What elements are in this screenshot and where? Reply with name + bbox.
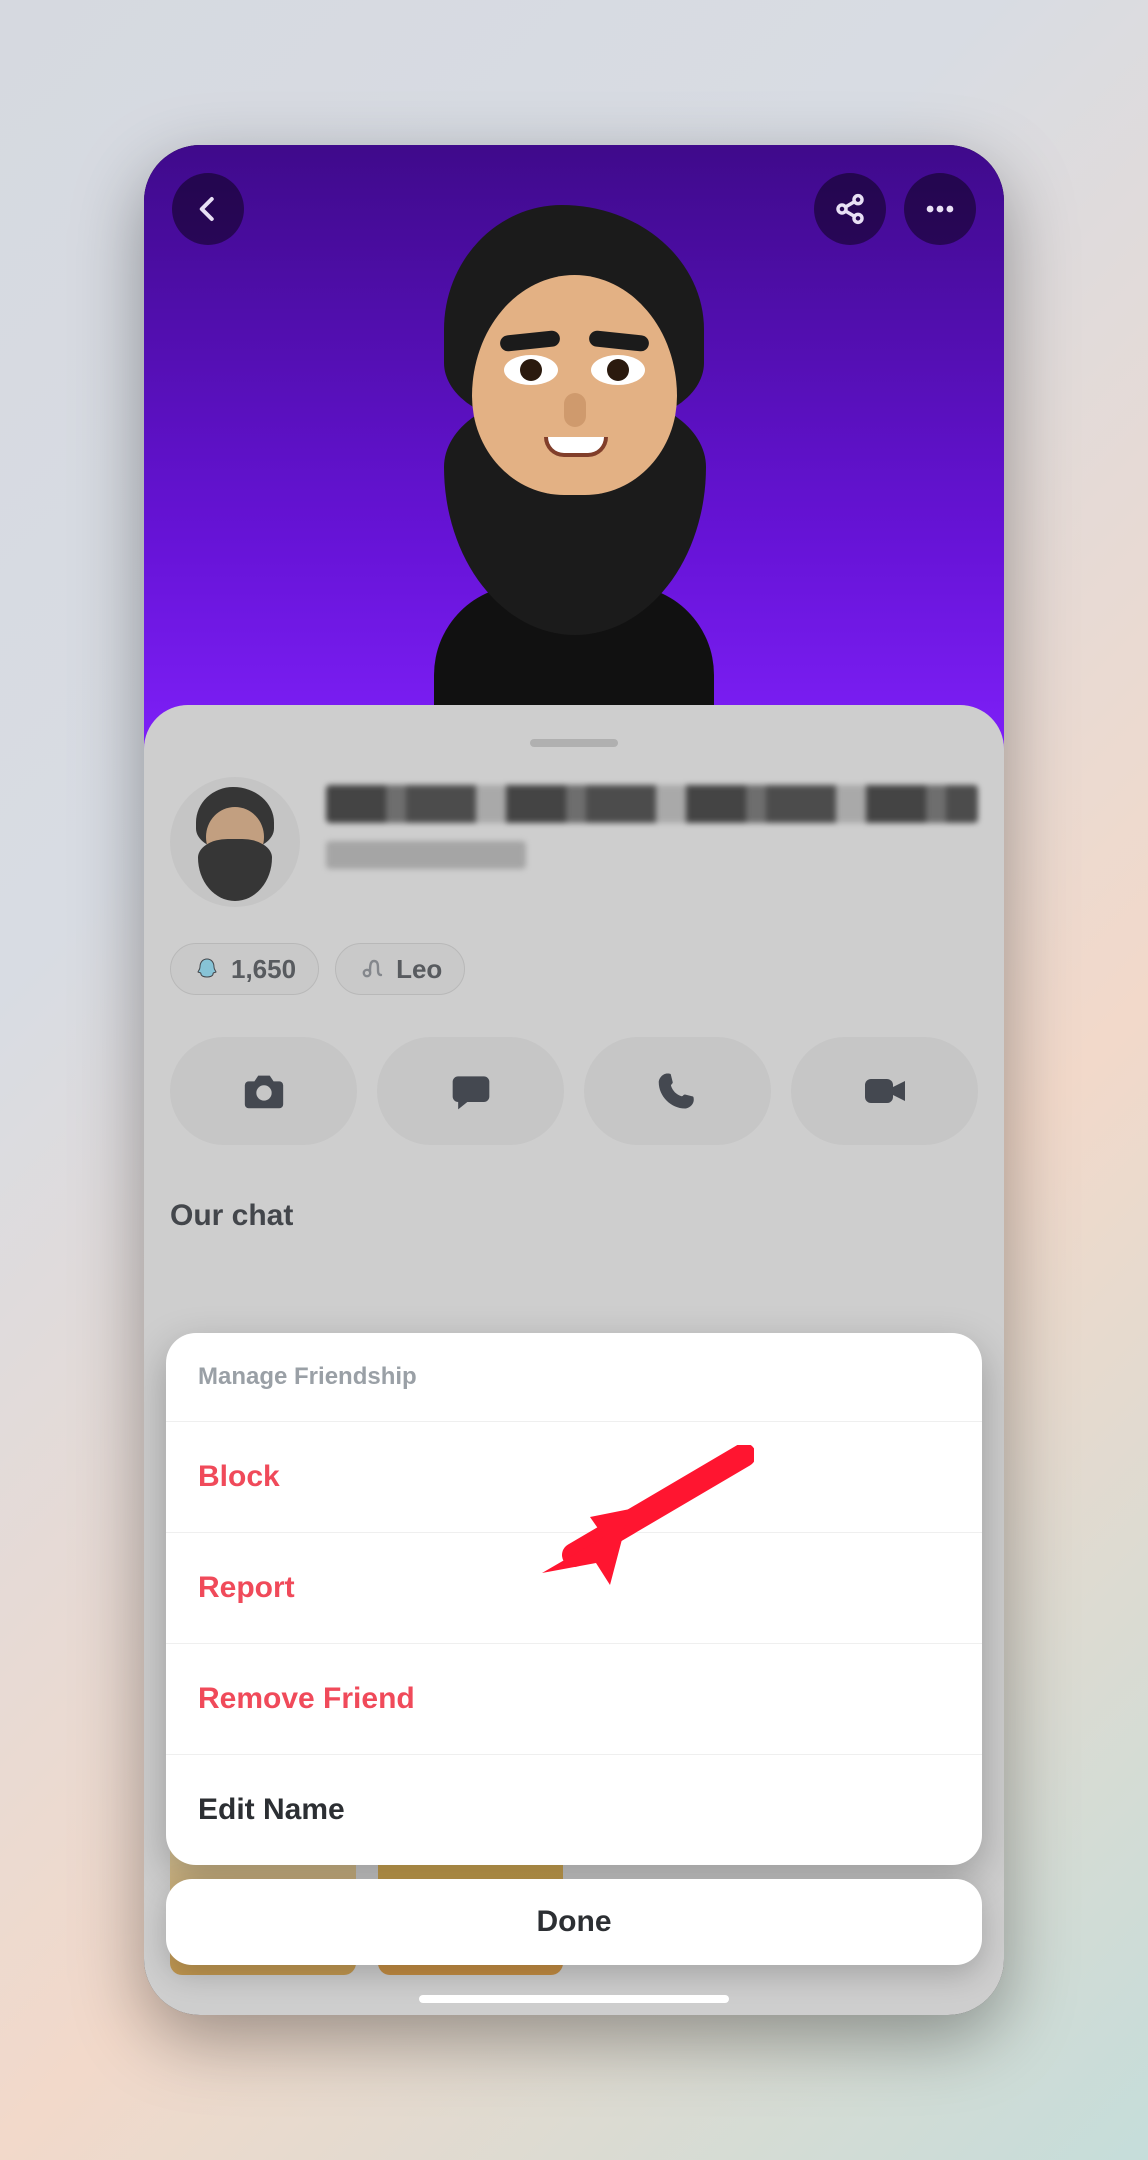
video-call-button[interactable] bbox=[791, 1037, 978, 1145]
action-sheet-title: Manage Friendship bbox=[166, 1333, 982, 1422]
share-icon bbox=[834, 193, 866, 225]
sheet-grabber[interactable] bbox=[530, 739, 618, 747]
phone-icon bbox=[657, 1070, 699, 1112]
leo-zodiac-icon bbox=[358, 955, 386, 983]
more-button[interactable] bbox=[904, 173, 976, 245]
zodiac-badge[interactable]: Leo bbox=[335, 943, 465, 995]
back-button[interactable] bbox=[172, 173, 244, 245]
chat-button[interactable] bbox=[377, 1037, 564, 1145]
chat-bubble-icon bbox=[449, 1069, 493, 1113]
home-indicator bbox=[419, 1995, 729, 2003]
block-item[interactable]: Block bbox=[166, 1422, 982, 1533]
phone-frame: 1,650 Leo Our chat bbox=[144, 145, 1004, 2015]
camera-icon bbox=[241, 1068, 287, 1114]
done-button[interactable]: Done bbox=[166, 1879, 982, 1965]
profile-hero bbox=[144, 145, 1004, 795]
snap-camera-button[interactable] bbox=[170, 1037, 357, 1145]
snap-score-value: 1,650 bbox=[231, 954, 296, 985]
share-button[interactable] bbox=[814, 173, 886, 245]
profile-name-redacted bbox=[326, 777, 978, 887]
zodiac-label: Leo bbox=[396, 954, 442, 985]
video-icon bbox=[861, 1067, 909, 1115]
report-item[interactable]: Report bbox=[166, 1533, 982, 1644]
chevron-left-icon bbox=[193, 194, 223, 224]
our-chat-heading: Our chat bbox=[170, 1199, 978, 1233]
manage-friendship-sheet: Manage Friendship Block Report Remove Fr… bbox=[166, 1333, 982, 1865]
bitmoji-avatar-large bbox=[354, 185, 794, 745]
ghost-icon bbox=[193, 955, 221, 983]
more-horizontal-icon bbox=[923, 192, 957, 226]
remove-friend-item[interactable]: Remove Friend bbox=[166, 1644, 982, 1755]
snap-score-badge[interactable]: 1,650 bbox=[170, 943, 319, 995]
edit-name-item[interactable]: Edit Name bbox=[166, 1755, 982, 1865]
audio-call-button[interactable] bbox=[584, 1037, 771, 1145]
bitmoji-avatar-small[interactable] bbox=[170, 777, 300, 907]
